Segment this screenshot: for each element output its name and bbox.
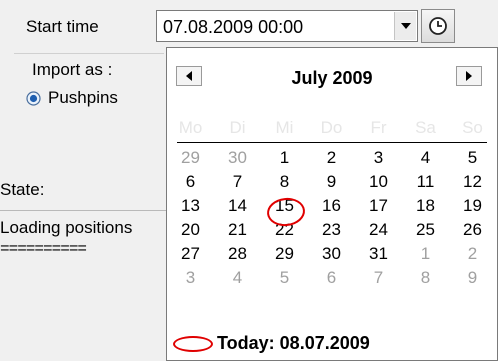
day-cell[interactable]: 25 <box>402 218 449 242</box>
today-footer[interactable]: Today: 08.07.2009 <box>173 333 370 354</box>
weekday-label: Di <box>229 118 246 137</box>
chevron-down-icon <box>400 23 411 29</box>
start-time-value[interactable]: 07.08.2009 00:00 <box>163 17 303 38</box>
week-row: 27 28 29 30 31 1 2 <box>167 242 497 266</box>
week-row: 13 14 15 16 17 18 19 <box>167 194 497 218</box>
day-cell[interactable]: 17 <box>355 194 402 218</box>
week-row: 20 21 22 23 24 25 26 <box>167 218 497 242</box>
dropdown-button[interactable] <box>394 12 416 40</box>
group-border <box>14 53 164 54</box>
clock-icon <box>429 17 447 35</box>
day-cell[interactable]: 14 <box>214 194 261 218</box>
day-cell[interactable]: 5 <box>449 146 496 170</box>
day-cell[interactable]: 7 <box>214 170 261 194</box>
arrow-right-icon <box>466 71 472 81</box>
day-cell[interactable]: 20 <box>167 218 214 242</box>
weekday-label: Mo <box>178 118 203 137</box>
pushpins-radio-option[interactable]: Pushpins <box>26 88 118 108</box>
day-cell[interactable]: 27 <box>167 242 214 266</box>
day-cell[interactable]: 24 <box>355 218 402 242</box>
day-cell[interactable]: 16 <box>308 194 355 218</box>
radio-selected-icon[interactable] <box>26 90 41 106</box>
status-text: Loading positions <box>0 218 133 237</box>
day-cell[interactable]: 12 <box>449 170 496 194</box>
day-cell[interactable]: 29 <box>261 242 308 266</box>
start-time-label: Start time <box>26 17 99 36</box>
day-cell[interactable]: 3 <box>355 146 402 170</box>
weekday-label: So <box>462 118 483 137</box>
calendar-popup[interactable]: July 2009 Mo Di Mi Do Fr Sa So 29 30 1 2… <box>166 47 498 361</box>
next-month-button[interactable] <box>456 66 482 86</box>
separator <box>0 210 166 211</box>
day-cell[interactable]: 1 <box>402 242 449 266</box>
day-cell[interactable]: 31 <box>355 242 402 266</box>
weekday-header: Mo Di Mi Do Fr Sa So <box>167 118 497 142</box>
day-cell[interactable]: 30 <box>214 146 261 170</box>
progress-text: ========== <box>0 240 87 258</box>
state-label: State: <box>0 180 45 199</box>
day-cell-today[interactable]: 8 <box>261 170 308 194</box>
day-cell[interactable]: 4 <box>402 146 449 170</box>
day-cell[interactable]: 10 <box>355 170 402 194</box>
day-cell[interactable]: 28 <box>214 242 261 266</box>
day-cell[interactable]: 8 <box>402 266 449 290</box>
day-cell[interactable]: 2 <box>449 242 496 266</box>
day-cell[interactable]: 5 <box>261 266 308 290</box>
weekday-label: Fr <box>370 118 387 137</box>
day-cell[interactable]: 9 <box>308 170 355 194</box>
day-cell[interactable]: 21 <box>214 218 261 242</box>
start-time-datefield[interactable]: 07.08.2009 00:00 <box>156 10 418 42</box>
weekday-label: Sa <box>415 118 436 137</box>
week-row: 3 4 5 6 7 8 9 <box>167 266 497 290</box>
day-cell[interactable]: 19 <box>449 194 496 218</box>
day-cell[interactable]: 23 <box>308 218 355 242</box>
day-cell[interactable]: 6 <box>167 170 214 194</box>
day-cell[interactable]: 30 <box>308 242 355 266</box>
day-cell[interactable]: 18 <box>402 194 449 218</box>
pushpins-label: Pushpins <box>48 88 118 107</box>
day-cell[interactable]: 1 <box>261 146 308 170</box>
day-cell[interactable]: 29 <box>167 146 214 170</box>
weekday-divider <box>177 142 487 143</box>
weekday-label: Do <box>320 118 343 137</box>
day-cell[interactable]: 13 <box>167 194 214 218</box>
day-cell[interactable]: 4 <box>214 266 261 290</box>
clock-button[interactable] <box>421 9 455 43</box>
today-text[interactable]: Today: 08.07.2009 <box>217 333 370 354</box>
import-as-label: Import as : <box>32 60 113 79</box>
day-cell[interactable]: 7 <box>355 266 402 290</box>
day-cell[interactable]: 6 <box>308 266 355 290</box>
day-cell[interactable]: 2 <box>308 146 355 170</box>
month-title: July 2009 <box>291 68 373 88</box>
day-cell[interactable]: 3 <box>167 266 214 290</box>
day-grid: 29 30 1 2 3 4 5 6 7 8 9 10 11 12 13 14 1… <box>167 146 497 290</box>
weekday-label: Mi <box>275 118 294 137</box>
day-cell[interactable]: 9 <box>449 266 496 290</box>
day-cell[interactable]: 11 <box>402 170 449 194</box>
week-row: 29 30 1 2 3 4 5 <box>167 146 497 170</box>
day-cell[interactable]: 26 <box>449 218 496 242</box>
today-circle-icon <box>173 335 213 352</box>
week-row: 6 7 8 9 10 11 12 <box>167 170 497 194</box>
